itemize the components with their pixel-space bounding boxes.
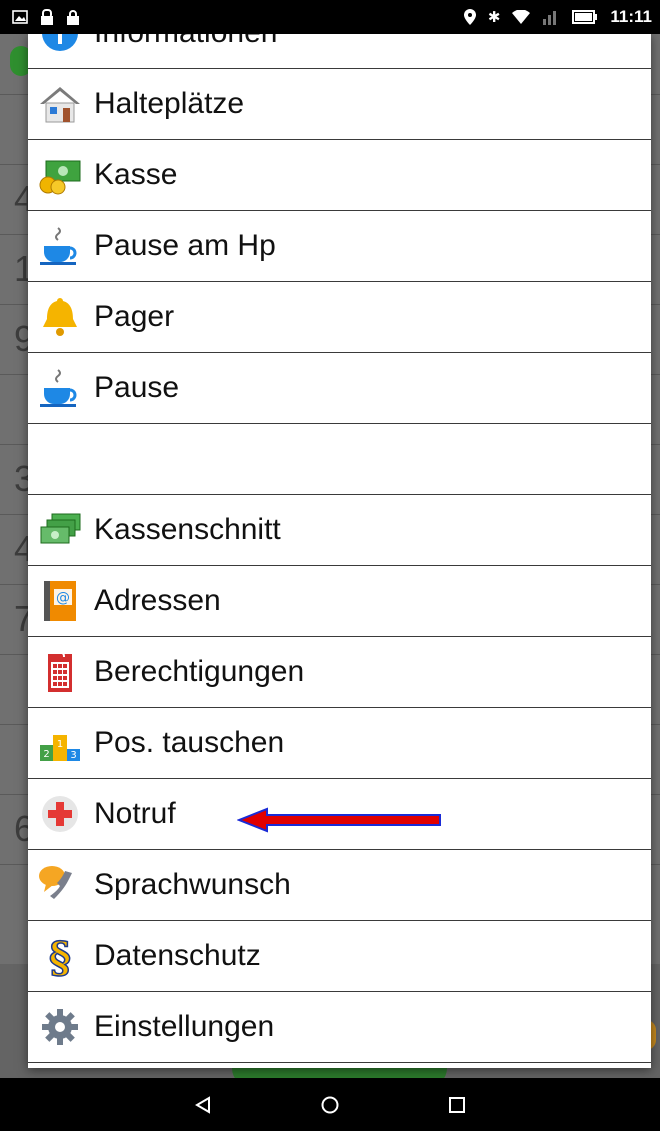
bell-icon [38,295,82,339]
podium-icon: 213 [38,721,82,765]
menu-item-pause-am-hp[interactable]: Pause am Hp [28,211,651,282]
menu-item-label: Datenschutz [94,939,261,972]
clock: 11:11 [610,7,652,26]
address-book-icon: @ [38,579,82,623]
menu-item-berechtigungen[interactable]: Berechtigungen [28,637,651,708]
wifi-icon [512,10,531,24]
lock-notification-icon [41,8,53,25]
navigation-bar [0,1078,660,1131]
annotation-arrow [237,807,441,833]
back-icon[interactable] [188,1090,218,1120]
menu-item-label: Kassenschnitt [94,513,281,546]
coffee-cup-icon [38,224,82,268]
menu-item-label: Halteplätze [94,87,245,120]
bluetooth-icon: ✱ [487,8,501,26]
menu-item-label: Adressen [94,584,221,617]
image-notification-icon [12,10,28,24]
money-coins-icon [38,153,82,197]
status-bar: ✱ 11:11 [0,0,660,34]
phone-list-icon [38,650,82,694]
location-icon [463,9,476,25]
battery-icon [572,10,598,24]
svg-text:@: @ [56,590,70,606]
menu-item-label: Pager [94,300,175,333]
menu-item-datenschutz[interactable]: § Datenschutz [28,921,651,992]
menu-item-kassenschnitt[interactable]: Kassenschnitt [28,495,651,566]
menu-item-einstellungen[interactable]: Einstellungen [28,992,651,1063]
red-cross-icon [38,792,82,836]
menu-item-label: Sprachwunsch [94,868,291,901]
menu-item-adressen[interactable]: @ Adressen [28,566,651,637]
money-stack-icon [38,508,82,552]
menu-item-empty[interactable] [28,424,651,495]
svg-text:3: 3 [70,750,76,761]
gear-icon [38,1005,82,1049]
cell-signal-icon [543,11,557,25]
menu-dialog: Informationen Halteplätze Kasse Pause am… [28,34,651,1068]
svg-text:2: 2 [43,749,49,760]
menu-item-label: Einstellungen [94,1010,275,1043]
menu-item-label: Pause am Hp [94,229,276,262]
menu-item-pager[interactable]: Pager [28,282,651,353]
menu-item-label: Pause [94,371,180,404]
menu-item-label: Berechtigungen [94,655,305,688]
speech-phone-icon [38,863,82,907]
menu-item-kasse[interactable]: Kasse [28,140,651,211]
menu-item-label: Notruf [94,797,176,830]
menu-item-label: Pos. tauschen [94,726,285,759]
svg-text:§: § [49,934,71,978]
menu-list: Informationen Halteplätze Kasse Pause am… [28,34,651,1063]
lock-notification-icon [67,9,79,25]
coffee-cup-icon [38,366,82,410]
menu-item-pause[interactable]: Pause [28,353,651,424]
menu-item-sprachwunsch[interactable]: Sprachwunsch [28,850,651,921]
menu-item-pos-tauschen[interactable]: 213 Pos. tauschen [28,708,651,779]
house-icon [38,82,82,126]
svg-text:1: 1 [57,739,63,750]
menu-item-label: Informationen [94,34,277,50]
menu-item-halteplaetze[interactable]: Halteplätze [28,69,651,140]
menu-item-label: Kasse [94,158,178,191]
paragraph-icon: § [38,934,82,978]
home-icon[interactable] [315,1090,345,1120]
info-icon [38,34,82,55]
menu-item-informationen[interactable]: Informationen [28,34,651,69]
recents-icon[interactable] [442,1090,472,1120]
